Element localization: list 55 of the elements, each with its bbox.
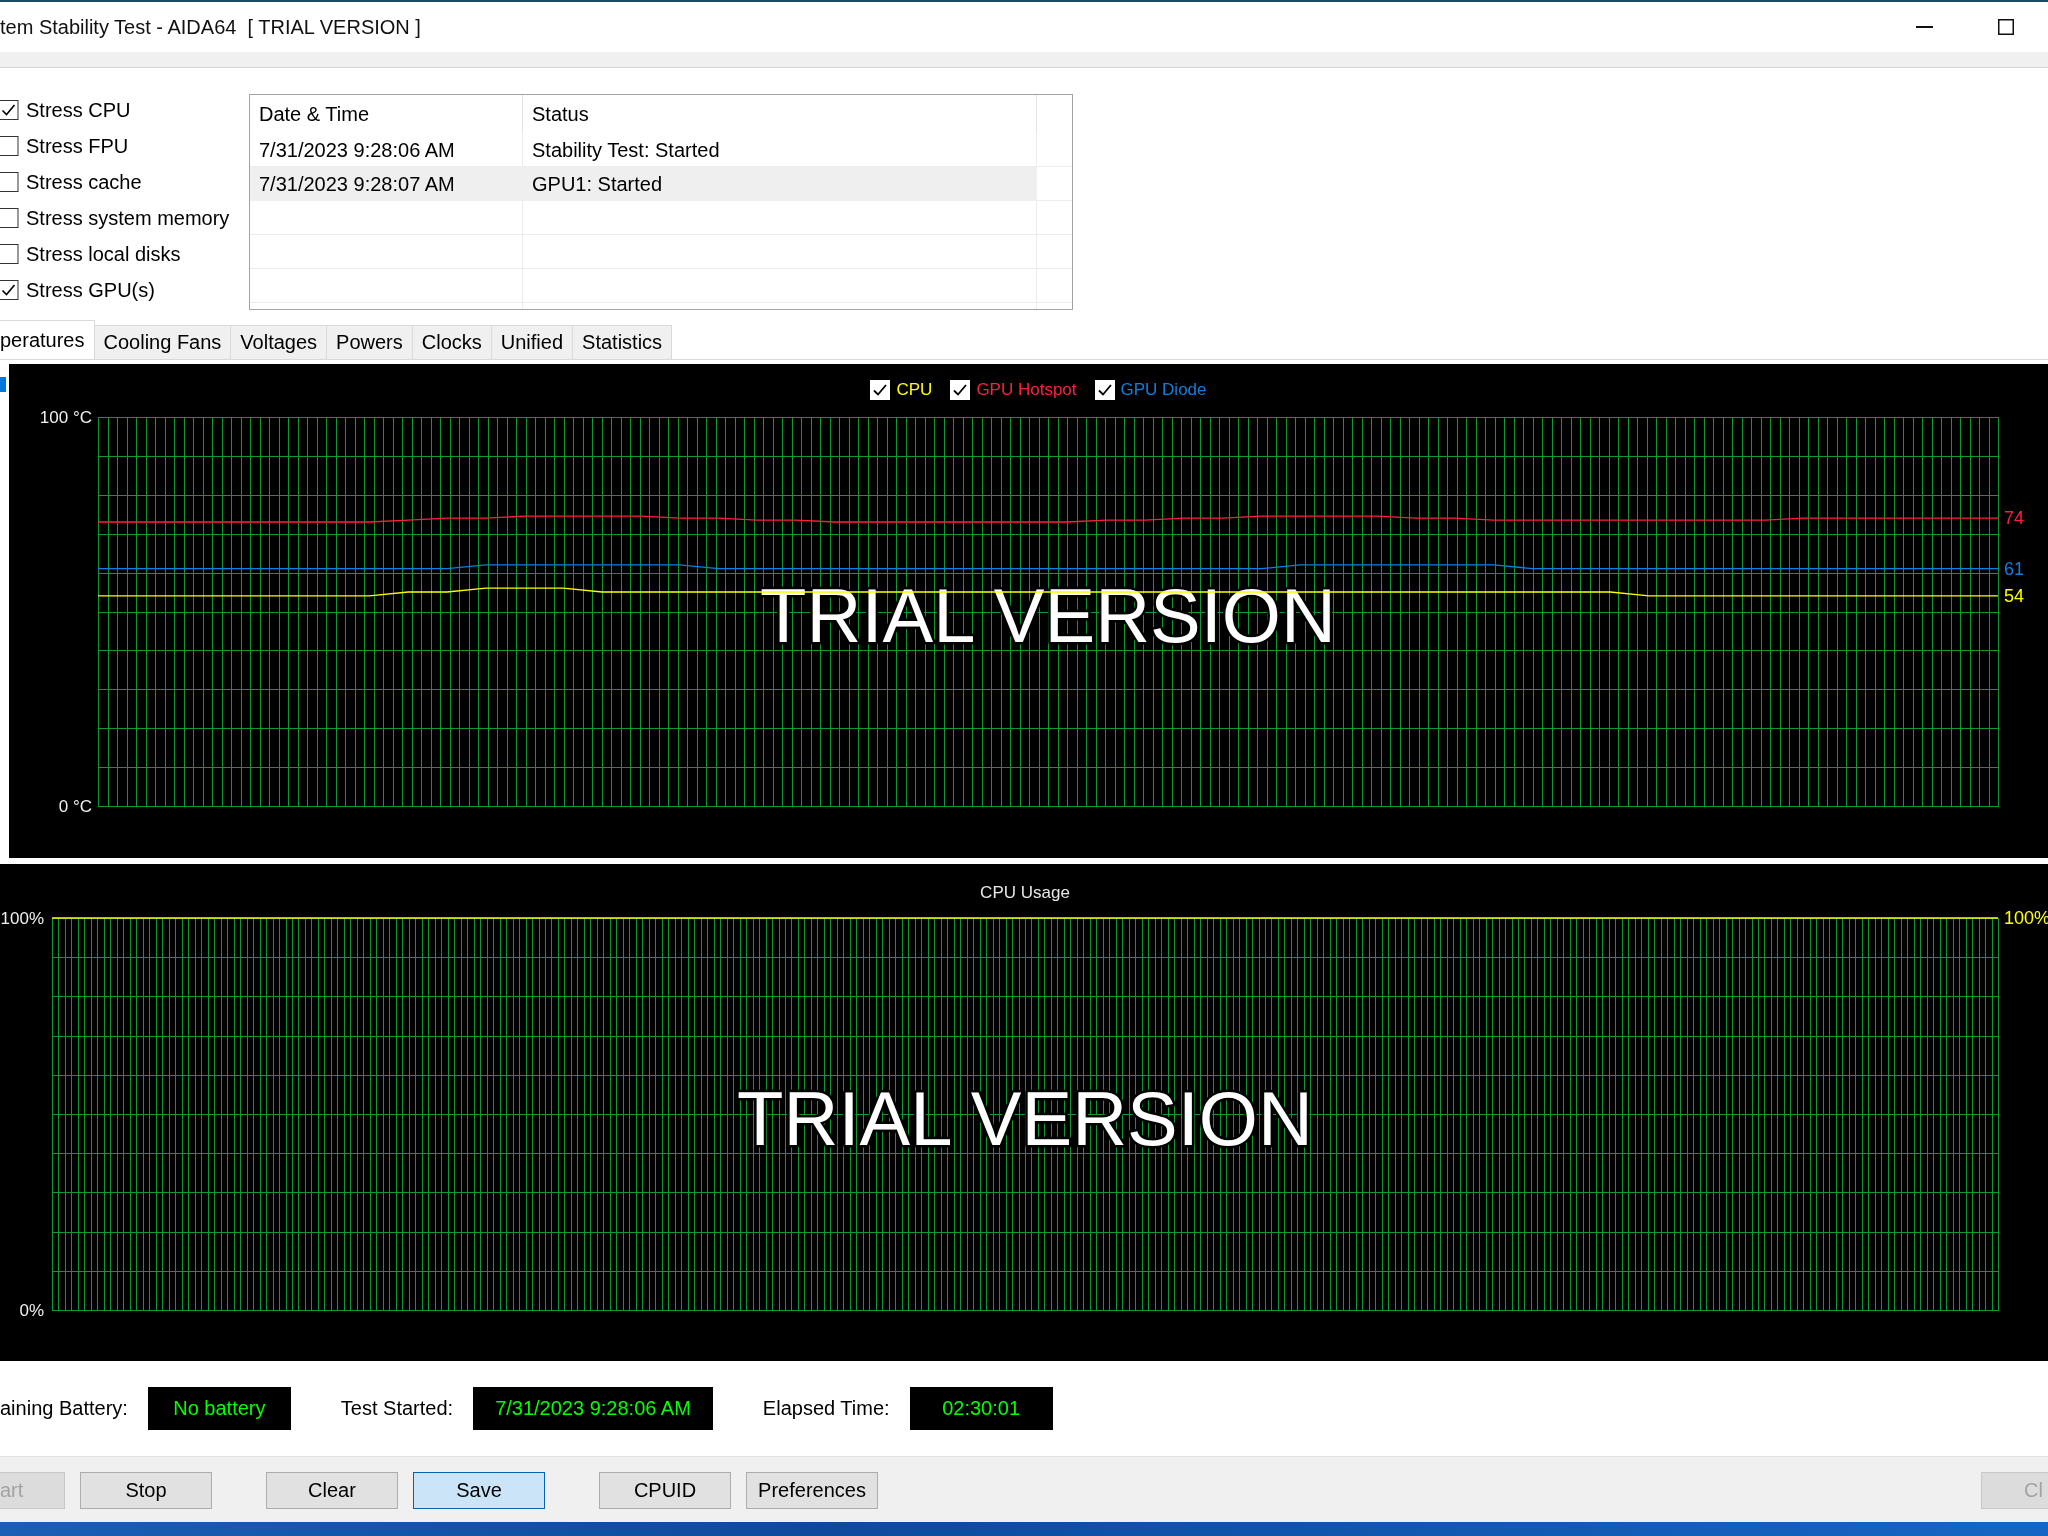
checkbox-icon[interactable] <box>0 280 19 300</box>
checkbox-icon[interactable] <box>870 380 891 400</box>
chart-title: CPU Usage <box>980 882 1070 902</box>
value-display: 02:30:01 <box>909 1387 1053 1430</box>
column-header[interactable]: Date & Time <box>250 95 523 133</box>
tab[interactable]: Voltages <box>230 325 328 359</box>
checkbox-icon[interactable] <box>0 244 19 264</box>
table-cell-text: Stability Test: Started <box>531 137 721 163</box>
minimize-icon <box>1916 26 1933 28</box>
maximize-icon <box>1997 19 2014 35</box>
dialog-button[interactable]: Stop <box>80 1472 212 1509</box>
legend-checkbox[interactable]: GPU Diode <box>1094 380 1207 400</box>
axis-label: 100 °C <box>39 407 92 427</box>
dialog-button[interactable]: Clear <box>266 1472 398 1509</box>
column-header[interactable]: Status <box>523 95 1037 133</box>
table-cell-text: 7/31/2023 9:28:07 AM <box>258 171 456 197</box>
stress-option-checkbox[interactable]: Stress cache <box>0 164 142 200</box>
stress-option-checkbox[interactable]: Stress GPU(s) <box>0 272 155 308</box>
tab[interactable]: Clocks <box>411 325 492 359</box>
status-label: Elapsed Time: <box>762 1397 890 1420</box>
legend-checkbox[interactable]: CPU <box>870 380 933 400</box>
status-label: Test Started: <box>340 1397 454 1420</box>
status-label: aining Battery: <box>0 1397 128 1420</box>
dialog-button[interactable]: Preferences <box>746 1472 878 1509</box>
current-value: 54 <box>2004 585 2025 606</box>
stress-option-checkbox[interactable]: Stress system memory <box>0 200 230 236</box>
axis-label: 100% <box>0 908 44 928</box>
table-cell-text: GPU1: Started <box>531 171 664 197</box>
checkbox-icon[interactable] <box>1094 380 1115 400</box>
checkbox-icon[interactable] <box>950 380 971 400</box>
stress-option-checkbox[interactable]: Stress FPU <box>0 128 129 164</box>
checkbox-icon[interactable] <box>0 100 19 120</box>
stress-option-checkbox[interactable]: Stress CPU <box>0 92 131 128</box>
log-row[interactable]: 7/31/2023 9:28:07 AM GPU1: Started <box>250 167 1037 201</box>
current-value: 61 <box>2004 558 2025 579</box>
legend-checkbox[interactable]: GPU Hotspot <box>950 380 1077 400</box>
value-display: No battery <box>147 1387 291 1430</box>
dialog-button[interactable]: Save <box>413 1472 545 1509</box>
value-display: 7/31/2023 9:28:06 AM <box>473 1387 713 1430</box>
tab[interactable]: Cooling Fans <box>93 325 232 359</box>
axis-label: 0% <box>19 1300 44 1320</box>
tab[interactable]: Powers <box>326 325 413 359</box>
checkbox-icon[interactable] <box>0 172 19 192</box>
stress-option-checkbox[interactable]: Stress local disks <box>0 236 181 272</box>
current-value: 74 <box>2004 508 2025 529</box>
tab[interactable]: Statistics <box>572 325 673 359</box>
log-row[interactable]: 7/31/2023 9:28:06 AM Stability Test: Started <box>250 133 1037 167</box>
checkbox-icon[interactable] <box>0 208 19 228</box>
axis-label: 0 °C <box>58 796 92 816</box>
accent-bar <box>0 377 6 392</box>
table-cell-text: 7/31/2023 9:28:06 AM <box>258 137 456 163</box>
dialog-button[interactable]: CPUID <box>599 1472 731 1509</box>
checkbox-icon[interactable] <box>0 136 19 156</box>
window-title: tem Stability Test - AIDA64 [ TRIAL VERSION ] <box>0 15 421 39</box>
tab[interactable]: Unified <box>490 325 574 359</box>
